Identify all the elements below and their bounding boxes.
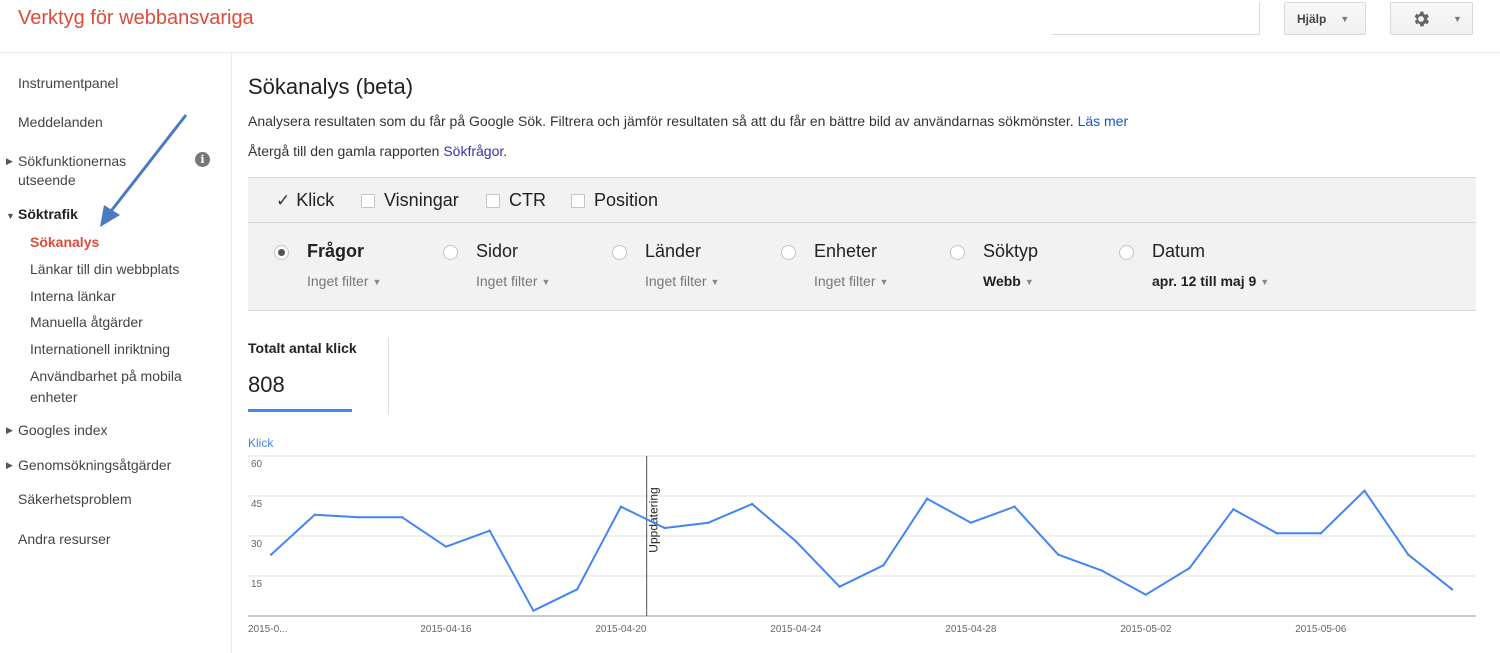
data-point <box>619 505 623 508</box>
data-point <box>1407 553 1410 556</box>
data-point <box>1013 505 1016 508</box>
data-point <box>313 513 316 516</box>
data-point <box>925 497 929 500</box>
y-tick-label: 60 <box>251 459 263 470</box>
data-point <box>882 564 885 567</box>
data-point <box>750 502 754 506</box>
data-point <box>532 609 535 612</box>
data-point <box>1232 508 1235 511</box>
data-point <box>444 545 448 548</box>
y-tick-label: 15 <box>251 579 263 590</box>
data-point <box>401 516 404 519</box>
data-point <box>1144 593 1148 596</box>
data-point <box>1275 532 1279 535</box>
y-tick-label: 45 <box>251 499 263 510</box>
data-point <box>794 540 798 543</box>
data-point <box>663 526 666 530</box>
x-tick-label: 2015-0... <box>248 624 287 635</box>
data-point <box>575 588 579 591</box>
x-tick-label: 2015-04-16 <box>420 624 472 635</box>
data-point <box>838 585 841 588</box>
data-point <box>1188 566 1191 570</box>
x-tick-label: 2015-04-20 <box>595 624 647 635</box>
data-point <box>969 521 973 524</box>
data-point <box>707 521 710 524</box>
clicks-line-chart: Klick 60 45 30 15 2015-0... 2015-04-16 2015-04-… <box>248 436 1476 635</box>
x-tick-label: 2015-05-02 <box>1120 624 1172 635</box>
data-point <box>1100 569 1104 572</box>
x-tick-label: 2015-05-06 <box>1295 624 1347 635</box>
data-point <box>269 553 273 556</box>
data-point <box>1319 532 1322 535</box>
x-tick-label: 2015-04-28 <box>945 624 997 635</box>
x-tick-label: 2015-04-24 <box>770 624 822 635</box>
data-point <box>1057 553 1060 556</box>
y-axis-title: Klick <box>248 436 274 450</box>
data-point <box>488 529 491 532</box>
y-tick-label: 30 <box>251 539 263 550</box>
data-point <box>1363 489 1366 492</box>
data-point <box>357 516 360 519</box>
data-point <box>1450 588 1454 591</box>
series-line-klick <box>270 489 1453 612</box>
